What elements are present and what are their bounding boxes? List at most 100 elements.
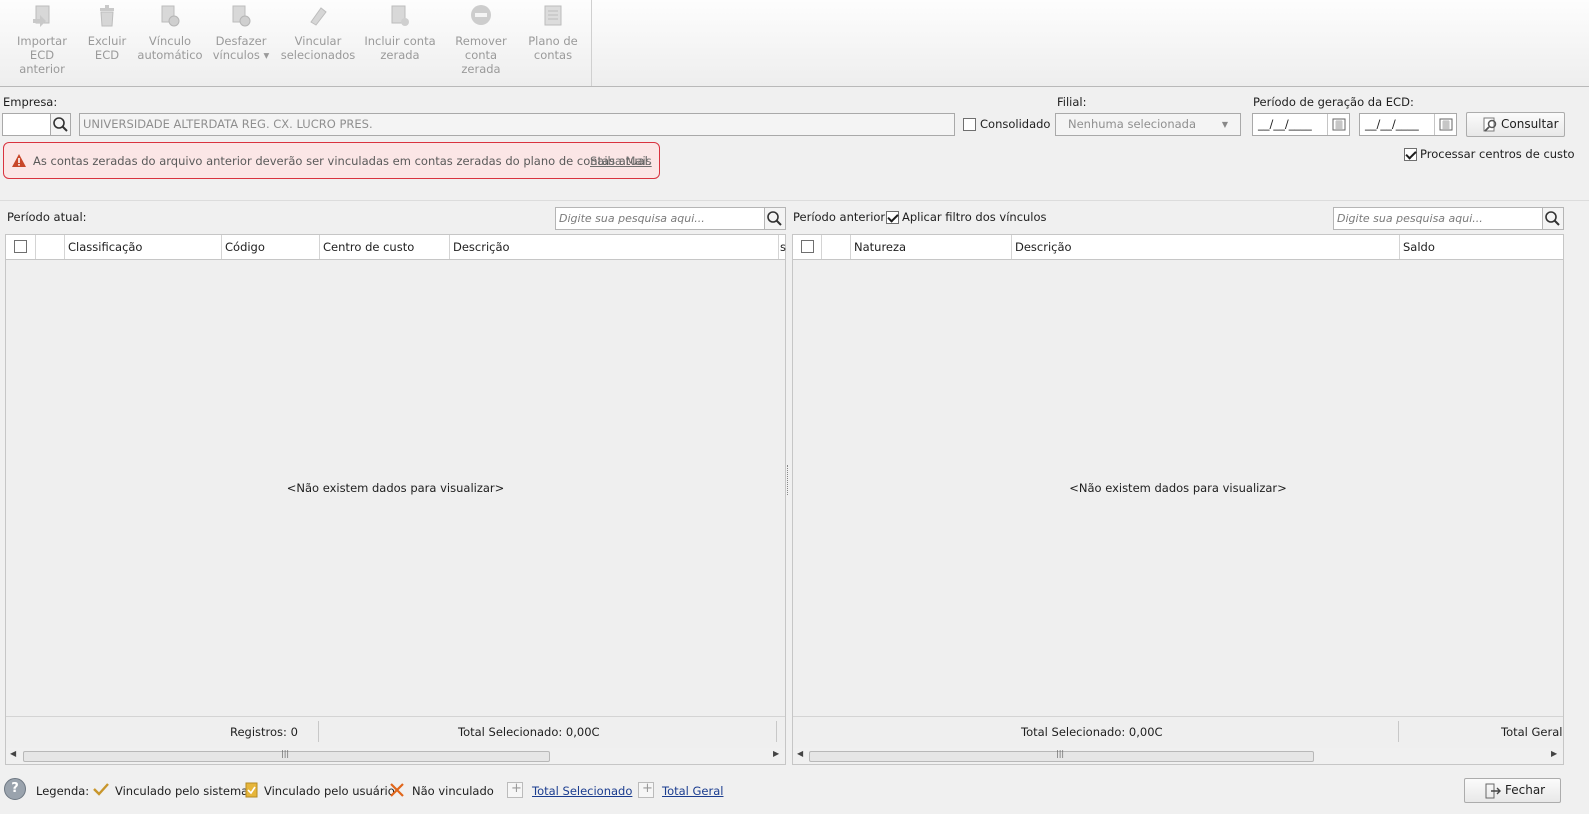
scroll-left-icon[interactable]: ◀ [10, 749, 16, 758]
add-account-icon [389, 4, 411, 28]
empresa-search-button[interactable] [50, 113, 71, 136]
date-start-input[interactable]: __/__/____ [1252, 113, 1350, 136]
legenda-label: Legenda: [36, 784, 90, 798]
empresa-name-field: UNIVERSIDADE ALTERDATA REG. CX. LUCRO PR… [79, 113, 955, 136]
ribbon-group: Importar ECD anterior Excluir ECD Vínculo a… [0, 0, 592, 86]
undo-link-icon [230, 4, 252, 28]
import-ecd-button[interactable]: Importar ECD anterior [6, 4, 78, 76]
auto-link-button[interactable]: Vínculo automático [136, 4, 204, 70]
warning-alert: As contas zeradas do arquivo anterior de… [3, 142, 660, 179]
left-grid-footer: Registros: 0 Total Selecionado: 0,00C [6, 716, 785, 746]
alert-message: As contas zeradas do arquivo anterior de… [33, 154, 652, 168]
select-all-checkbox[interactable] [14, 240, 27, 253]
column-classificacao[interactable]: Classificação [65, 235, 222, 259]
status-column [36, 235, 65, 259]
select-all-cell [6, 235, 36, 259]
select-all-cell [793, 235, 822, 259]
chart-of-accounts-button[interactable]: Plano de contas [524, 4, 582, 70]
footer-divider [318, 721, 319, 742]
legend-sistema: Vinculado pelo sistema [115, 784, 249, 798]
fechar-button[interactable]: Fechar [1464, 778, 1561, 803]
scroll-thumb[interactable]: ||| [23, 749, 550, 762]
right-total-selecionado: Total Selecionado: 0,00C [1021, 725, 1163, 739]
auto-link-icon [159, 4, 181, 28]
footer-divider [776, 721, 777, 742]
left-search-button[interactable] [764, 207, 786, 230]
system-check-icon [93, 783, 109, 796]
total-selecionado-link[interactable]: Total Selecionado [532, 784, 632, 798]
empresa-label: Empresa: [3, 95, 58, 109]
search-icon [1545, 211, 1560, 226]
right-search-input[interactable]: Digite sua pesquisa aqui... [1333, 207, 1543, 230]
column-natureza[interactable]: Natureza [851, 235, 1012, 259]
warning-icon [12, 154, 26, 167]
right-search-button[interactable] [1542, 207, 1564, 230]
remove-zero-account-button[interactable]: Remover conta zerada [444, 4, 518, 76]
left-search-input[interactable]: Digite sua pesquisa aqui... [555, 207, 766, 230]
empty-message: <Não existem dados para visualizar> [1069, 481, 1287, 495]
scroll-thumb[interactable]: ||| [809, 749, 1314, 762]
scroll-left-icon[interactable]: ◀ [797, 749, 803, 758]
status-column [822, 235, 851, 259]
column-codigo[interactable]: Código [222, 235, 320, 259]
right-total-geral: Total Geral: 0 [1501, 725, 1563, 739]
column-descricao[interactable]: Descrição [450, 235, 779, 259]
column-descricao[interactable]: Descrição [1012, 235, 1400, 259]
saiba-mais-link[interactable]: Saiba Mais [590, 154, 652, 168]
select-all-checkbox[interactable] [801, 240, 814, 253]
consolidado-checkbox[interactable] [963, 118, 976, 131]
empresa-code-input[interactable] [2, 113, 51, 136]
exit-icon [1485, 783, 1501, 799]
remove-account-icon [470, 4, 492, 28]
total-geral-link[interactable]: Total Geral [662, 784, 723, 798]
left-total-selecionado: Total Selecionado: 0,00C [458, 725, 600, 739]
consolidado-label: Consolidado [980, 117, 1051, 131]
sum-icon: + [638, 781, 654, 798]
footer-divider [1398, 721, 1399, 742]
cross-icon [390, 783, 404, 797]
left-horizontal-scrollbar[interactable]: ◀ ||| ▶ [6, 748, 785, 764]
right-grid: Natureza Descrição Saldo <Não existem da… [792, 234, 1564, 765]
column-truncated[interactable]: s [779, 235, 786, 259]
column-saldo[interactable]: Saldo [1400, 235, 1565, 259]
filial-select[interactable]: Nenhuma selecionada ▼ [1055, 113, 1241, 136]
magnifier-icon [1483, 117, 1497, 132]
scroll-right-icon[interactable]: ▶ [773, 749, 779, 758]
date-end-input[interactable]: __/__/____ [1359, 113, 1457, 136]
legend-nao: Não vinculado [412, 784, 494, 798]
aplicar-filtro-label: Aplicar filtro dos vínculos [902, 210, 1047, 224]
splitter-handle[interactable] [787, 465, 790, 495]
chevron-down-icon: ▼ [1221, 120, 1228, 129]
periodo-label: Período de geração da ECD: [1253, 95, 1414, 109]
undo-links-button[interactable]: Desfazer vínculos ▾ [208, 4, 274, 70]
add-zero-account-button[interactable]: Incluir conta zerada [362, 4, 438, 70]
column-centro-custo[interactable]: Centro de custo [320, 235, 450, 259]
processar-centros-label: Processar centros de custo [1420, 147, 1575, 161]
chart-of-accounts-icon [542, 4, 564, 28]
search-icon [767, 211, 782, 226]
left-grid: Classificação Código Centro de custo Des… [5, 234, 786, 765]
divider [0, 200, 1589, 201]
search-icon [53, 117, 68, 132]
delete-ecd-button[interactable]: Excluir ECD [80, 4, 134, 70]
periodo-atual-label: Período atual: [7, 210, 87, 224]
legend-usuario: Vinculado pelo usuário [264, 784, 395, 798]
registros-count: Registros: 0 [230, 725, 298, 739]
link-selected-icon [307, 4, 329, 28]
consultar-button[interactable]: Consultar [1466, 112, 1565, 137]
calendar-icon[interactable] [1434, 114, 1456, 135]
user-check-icon [245, 782, 258, 798]
left-grid-header: Classificação Código Centro de custo Des… [6, 235, 786, 260]
help-icon[interactable]: ? [4, 778, 26, 800]
calendar-icon[interactable] [1327, 114, 1349, 135]
link-selected-button[interactable]: Vincular selecionados [280, 4, 356, 70]
sum-icon: + [507, 781, 523, 798]
scroll-right-icon[interactable]: ▶ [1551, 749, 1557, 758]
right-grid-header: Natureza Descrição Saldo [793, 235, 1563, 260]
right-horizontal-scrollbar[interactable]: ◀ ||| ▶ [793, 748, 1563, 764]
processar-centros-checkbox[interactable] [1404, 148, 1417, 161]
ribbon-toolbar: Importar ECD anterior Excluir ECD Vínculo a… [0, 0, 1589, 87]
import-icon [31, 4, 53, 28]
right-grid-footer: Total Selecionado: 0,00C Total Geral: 0 [793, 716, 1563, 746]
aplicar-filtro-checkbox[interactable] [886, 211, 899, 224]
